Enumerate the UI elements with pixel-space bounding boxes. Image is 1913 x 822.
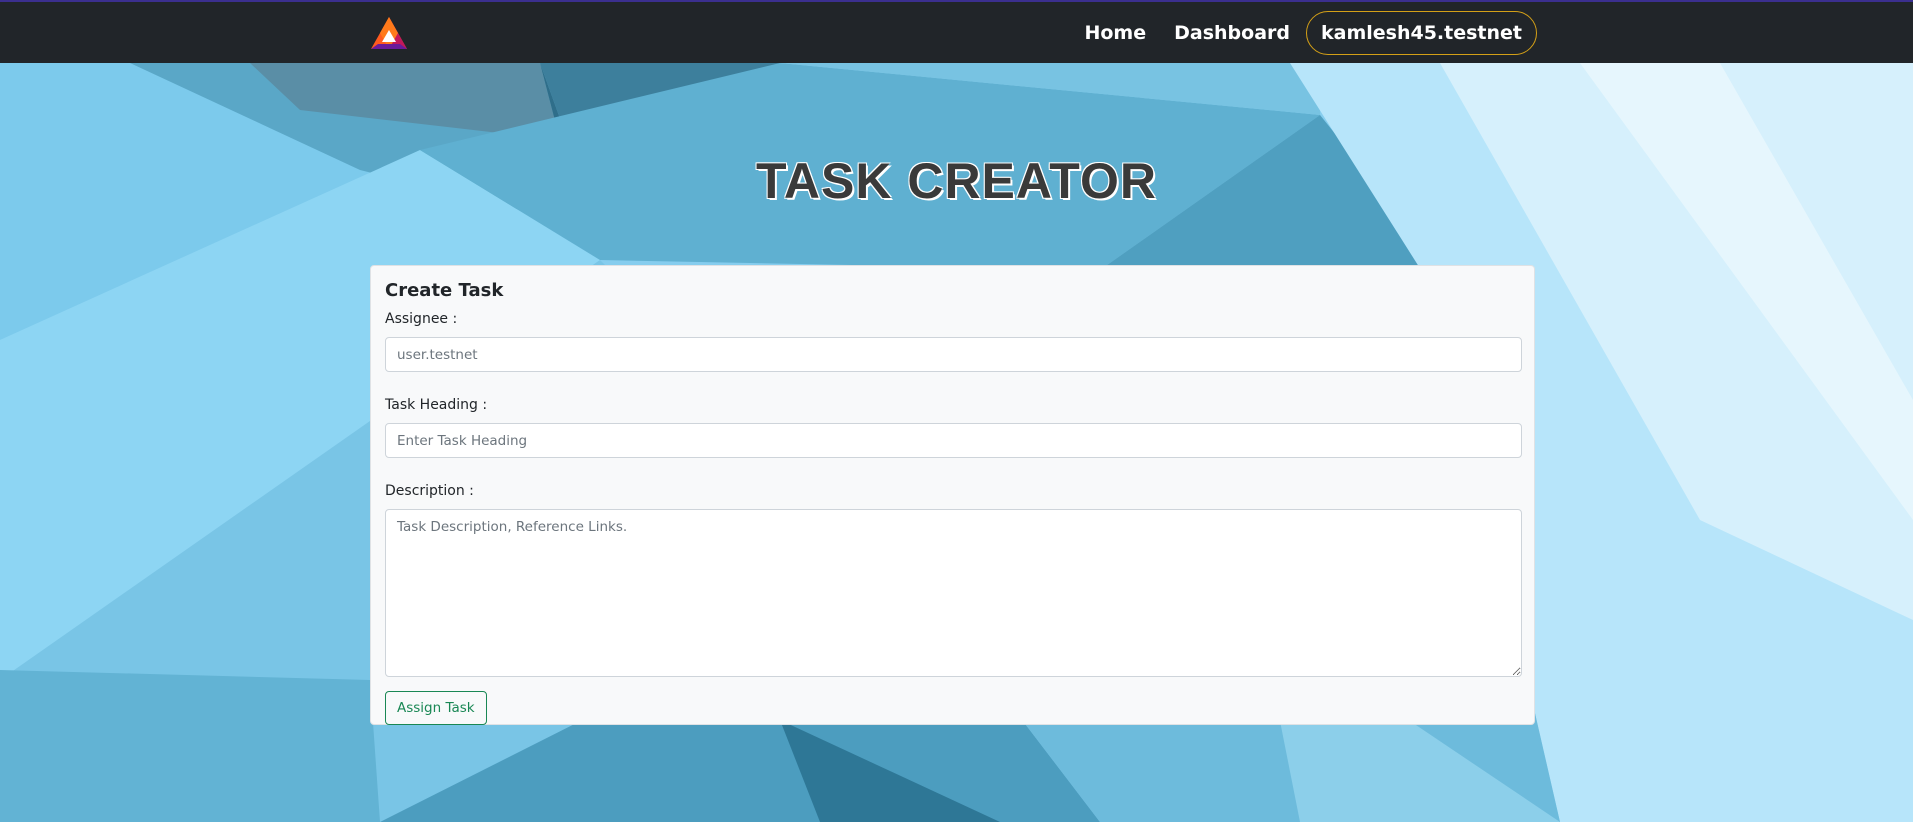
nav-link-dashboard[interactable]: Dashboard — [1160, 12, 1304, 54]
task-heading-input[interactable] — [385, 423, 1522, 458]
assign-task-button[interactable]: Assign Task — [385, 691, 487, 725]
description-textarea[interactable] — [385, 509, 1522, 677]
assignee-label: Assignee : — [385, 311, 458, 327]
brave-logo-icon[interactable] — [370, 16, 408, 50]
account-button[interactable]: kamlesh45.testnet — [1305, 11, 1537, 55]
card-title: Create Task — [385, 280, 504, 301]
top-navbar: Home Dashboard kamlesh45.testnet — [0, 0, 1913, 63]
description-label: Description : — [385, 483, 474, 499]
task-heading-label: Task Heading : — [385, 397, 488, 413]
page-title: TASK CREATOR — [756, 153, 1157, 209]
nav-link-home[interactable]: Home — [1070, 12, 1160, 54]
create-task-card: Create Task Assignee : Task Heading : De… — [370, 265, 1535, 725]
nav-links: Home Dashboard kamlesh45.testnet — [1070, 11, 1537, 55]
assignee-input[interactable] — [385, 337, 1522, 372]
